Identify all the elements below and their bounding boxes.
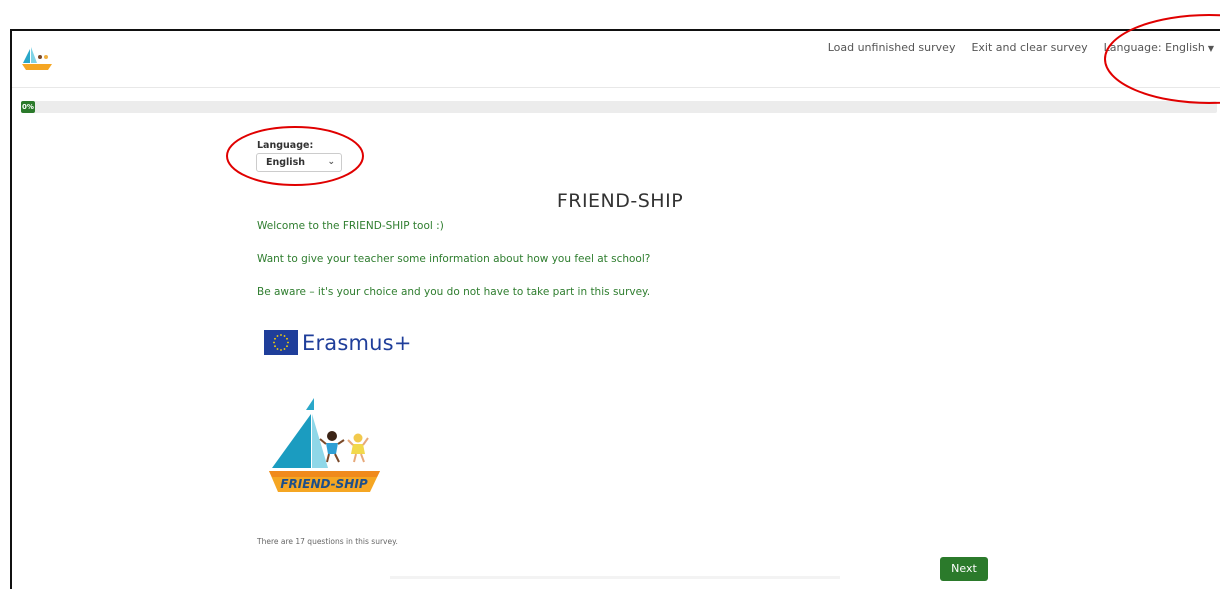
load-unfinished-survey-link[interactable]: Load unfinished survey	[828, 41, 956, 54]
caret-down-icon: ▼	[1207, 43, 1214, 53]
erasmus-logo: Erasmus+	[264, 330, 412, 355]
welcome-line: Be aware – it's your choice and you do n…	[257, 286, 651, 298]
children-illustration-icon	[319, 431, 369, 463]
language-dropdown-label: Language: English	[1103, 41, 1205, 54]
chevron-down-icon: ⌄	[327, 157, 335, 167]
welcome-line: Want to give your teacher some informati…	[257, 253, 651, 265]
erasmus-text: Erasmus+	[302, 330, 412, 355]
next-button[interactable]: Next	[940, 557, 988, 581]
friendship-logo-icon[interactable]	[21, 46, 53, 72]
welcome-line: Welcome to the FRIEND-SHIP tool :)	[257, 220, 444, 232]
language-dropdown[interactable]: Language: English ▼	[1104, 41, 1214, 54]
progress-bar: 0%	[21, 101, 1217, 113]
progress-fill: 0%	[21, 101, 35, 113]
exit-clear-survey-link[interactable]: Exit and clear survey	[971, 41, 1087, 54]
language-select[interactable]: English ⌄	[256, 153, 342, 172]
friendship-boat-logo: FRIEND-SHIP	[269, 398, 380, 492]
top-navbar: Load unfinished survey Exit and clear su…	[12, 31, 1220, 88]
eu-flag-icon	[264, 330, 298, 355]
language-label: Language:	[257, 140, 314, 151]
boat-logo-text: FRIEND-SHIP	[280, 477, 367, 491]
welcome-text: Welcome to the FRIEND-SHIP tool :) Want …	[257, 220, 650, 319]
question-count-text: There are 17 questions in this survey.	[257, 537, 398, 546]
language-select-value: English	[266, 157, 305, 168]
survey-title: FRIEND-SHIP	[556, 190, 684, 212]
